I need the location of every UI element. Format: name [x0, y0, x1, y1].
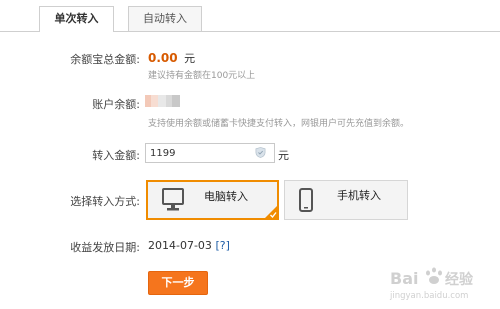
monitor-icon — [162, 188, 184, 211]
tab-single-transfer[interactable]: 单次转入 — [39, 6, 114, 32]
svg-text:jingyan.baidu.com: jingyan.baidu.com — [389, 291, 468, 301]
total-amount-unit: 元 — [184, 52, 196, 65]
tab-bar: 单次转入 自动转入 — [0, 0, 500, 32]
payout-help-link[interactable]: [?] — [215, 239, 229, 252]
transfer-amount-unit: 元 — [278, 149, 289, 162]
check-corner-icon — [264, 205, 278, 219]
method-option-pc[interactable]: 电脑转入 — [146, 180, 279, 220]
total-amount-label: 余额宝总金额: — [70, 53, 140, 66]
payout-date-value: 2014-07-03 [?] — [148, 239, 230, 252]
method-option-pc-label: 电脑转入 — [204, 190, 248, 203]
payout-date-label: 收益发放日期: — [70, 241, 140, 254]
phone-icon — [299, 188, 313, 212]
next-step-button[interactable]: 下一步 — [148, 271, 208, 295]
baidu-jingyan-watermark: Bai 经验 jingyan.baidu.com — [389, 267, 474, 301]
transfer-amount-label: 转入金额: — [92, 149, 140, 162]
method-option-mobile-label: 手机转入 — [337, 189, 381, 202]
method-option-mobile[interactable]: 手机转入 — [284, 180, 408, 220]
balance-hint: 支持使用余额或储蓄卡快捷支付转入，网银用户可先充值到余额。 — [148, 119, 410, 129]
balance-label: 账户余额: — [92, 98, 140, 111]
total-amount-number: 0.00 — [148, 51, 178, 65]
total-amount-value: 0.00 元 — [148, 50, 195, 66]
tab-auto-transfer[interactable]: 自动转入 — [128, 6, 202, 31]
method-label: 选择转入方式: — [70, 195, 140, 208]
payout-date: 2014-07-03 — [148, 239, 212, 252]
svg-text:Bai: Bai — [390, 269, 418, 288]
total-amount-hint: 建议持有金额在100元以上 — [148, 71, 256, 81]
balance-masked-value — [145, 95, 181, 107]
svg-text:经验: 经验 — [445, 271, 474, 288]
shield-icon — [255, 147, 266, 158]
